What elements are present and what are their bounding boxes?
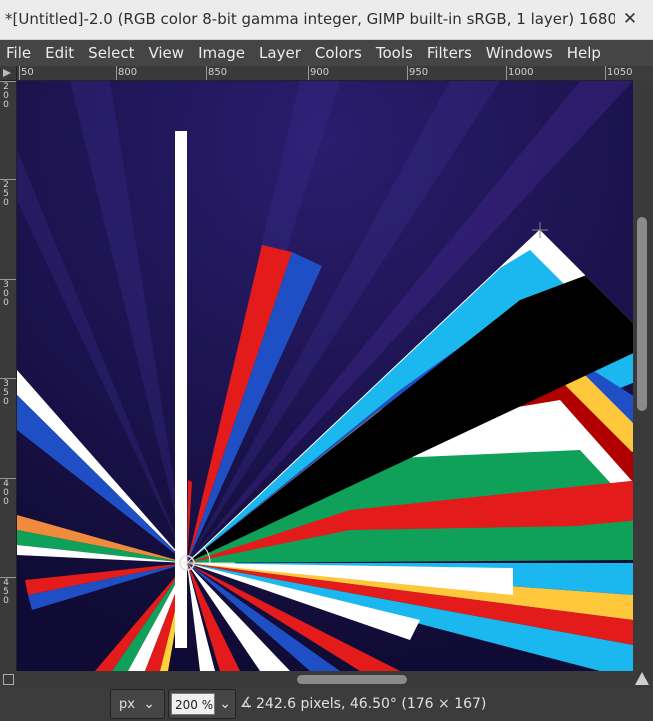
measure-status-text: 242.6 pixels, 46.50° (176 × 167) [256,696,487,712]
ruler-label: 900 [310,67,330,78]
zoom-dropdown[interactable]: 200 % ⌄ [168,689,236,719]
gimp-window: *[Untitled]-2.0 (RGB color 8-bit gamma i… [0,0,653,721]
menu-help[interactable]: Help [567,44,601,62]
horizontal-scroll-thumb[interactable] [297,675,407,684]
unit-value: px [119,697,135,712]
menu-select[interactable]: Select [88,44,134,62]
ruler-label: 200 [3,82,9,110]
unit-dropdown[interactable]: px ⌄ [110,689,165,719]
ruler-label: 800 [118,67,138,78]
ruler-tick [116,66,117,80]
quick-mask-icon[interactable] [3,674,14,685]
ruler-label: 300 [3,280,9,308]
ruler-label: 450 [3,578,9,606]
menu-file[interactable]: File [6,44,31,62]
ruler-tick [506,66,507,80]
pointer-arrow-icon [3,69,11,77]
title-bar: *[Untitled]-2.0 (RGB color 8-bit gamma i… [0,0,653,40]
navigate-icon[interactable] [635,672,649,685]
ruler-label: 400 [3,479,9,507]
menu-edit[interactable]: Edit [45,44,74,62]
ruler-label: 1000 [508,67,534,78]
vertical-ruler[interactable]: 200 250 300 350 400 450 [0,81,17,671]
vertical-scrollbar[interactable] [633,81,653,671]
menu-colors[interactable]: Colors [315,44,362,62]
ruler-label: 350 [3,379,9,407]
zoom-value: 200 % [175,698,214,712]
menu-windows[interactable]: Windows [486,44,553,62]
ruler-tick [308,66,309,80]
ruler-corner-button[interactable] [0,66,17,81]
ruler-tick [605,66,606,80]
menu-bar: File Edit Select View Image Layer Colors… [0,40,653,66]
ruler-label: 50 [21,67,34,78]
menu-view[interactable]: View [148,44,184,62]
menu-filters[interactable]: Filters [427,44,472,62]
chevron-down-icon: ⌄ [143,696,155,712]
canvas-artwork [17,81,633,671]
measure-angle-icon: ∡ [240,695,253,711]
image-canvas[interactable] [17,81,633,671]
ruler-label: 250 [3,180,9,208]
menu-image[interactable]: Image [198,44,245,62]
ruler-label: 1050 [607,67,633,78]
zoom-input[interactable]: 200 % [171,693,215,715]
close-icon[interactable]: ✕ [619,8,641,30]
ruler-label: 850 [208,67,228,78]
ruler-tick [19,66,20,80]
ruler-label: 950 [409,67,429,78]
menu-layer[interactable]: Layer [259,44,301,62]
window-title: *[Untitled]-2.0 (RGB color 8-bit gamma i… [5,10,615,28]
chevron-down-icon: ⌄ [219,696,231,712]
ruler-tick [206,66,207,80]
horizontal-scrollbar[interactable] [0,671,653,688]
status-bar: px ⌄ 200 % ⌄ ∡ 242.6 pixels, 46.50° (176… [0,688,653,721]
menu-tools[interactable]: Tools [376,44,413,62]
vertical-scroll-thumb[interactable] [637,217,647,411]
ruler-tick [407,66,408,80]
horizontal-ruler[interactable]: 50 800 850 900 950 1000 1050 [17,66,633,81]
